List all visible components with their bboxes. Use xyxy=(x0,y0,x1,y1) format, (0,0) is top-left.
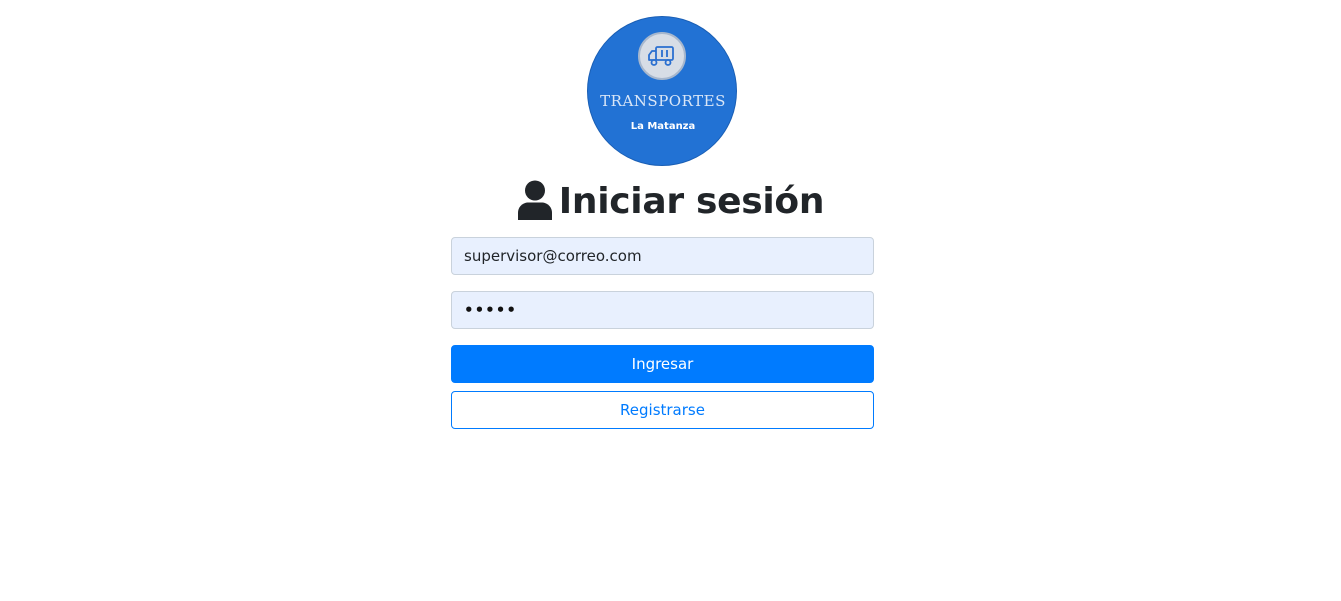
password-value: ••••• xyxy=(464,301,517,319)
email-value: supervisor@correo.com xyxy=(464,247,642,265)
login-button[interactable]: Ingresar xyxy=(451,345,874,383)
truck-icon xyxy=(638,32,686,80)
page-title: Iniciar sesión xyxy=(558,181,825,222)
logo-subtitle: La Matanza xyxy=(630,121,696,132)
login-heading: Iniciar sesión xyxy=(0,176,1341,228)
user-icon xyxy=(517,180,553,224)
email-field[interactable]: supervisor@correo.com xyxy=(451,237,874,275)
password-field[interactable]: ••••• xyxy=(451,291,874,329)
login-page: TRANSPORTES La Matanza Iniciar sesión su… xyxy=(0,0,1341,601)
register-button[interactable]: Registrarse xyxy=(451,391,874,429)
company-logo: TRANSPORTES La Matanza xyxy=(587,16,737,166)
logo-title: TRANSPORTES xyxy=(600,92,726,110)
